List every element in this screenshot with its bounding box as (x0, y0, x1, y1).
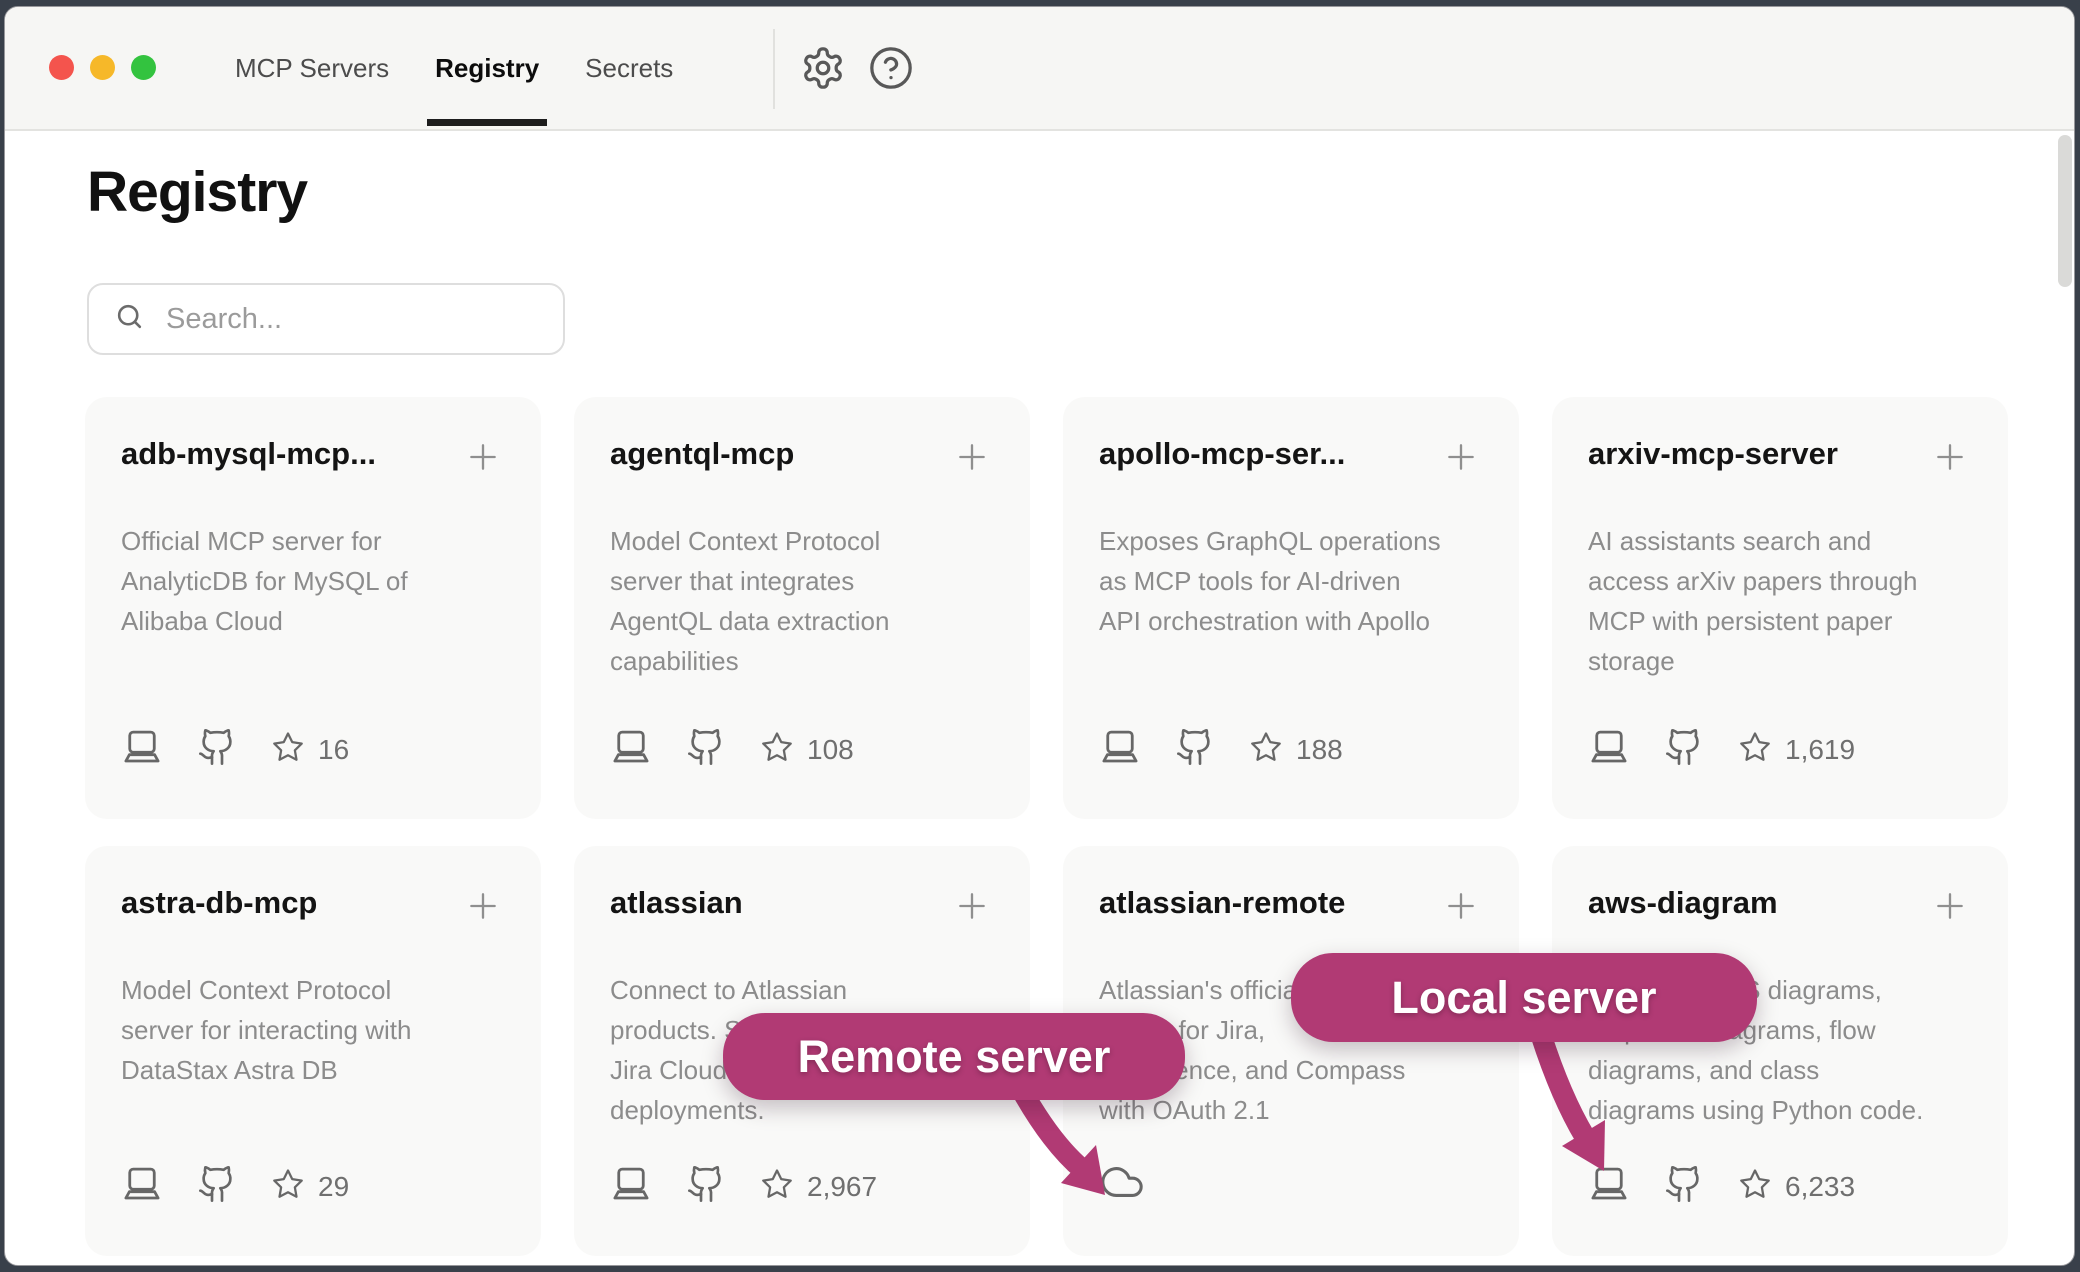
server-grid: adb-mysql-mcp... Official MCP server for… (85, 397, 2008, 1256)
star-count: 6,233 (1785, 1171, 1855, 1203)
server-card[interactable]: aws-diagram Generate AWS diagrams, seque… (1552, 846, 2008, 1256)
server-meta: 6,233 (1588, 1163, 1855, 1210)
add-server-button[interactable] (1930, 886, 1970, 926)
add-server-button[interactable] (463, 886, 503, 926)
add-server-button[interactable] (1441, 886, 1481, 926)
server-name: atlassian (610, 884, 946, 922)
settings-button[interactable] (799, 45, 847, 93)
star-icon (271, 1167, 305, 1206)
github-icon[interactable] (1175, 727, 1215, 772)
cloud-icon (1099, 1159, 1145, 1210)
traffic-lights (49, 55, 156, 80)
tab-registry[interactable]: Registry (435, 53, 539, 84)
search-box[interactable] (87, 283, 565, 355)
local-server-callout: Local server (1291, 953, 1757, 1042)
star-icon (271, 730, 305, 769)
close-button[interactable] (49, 55, 74, 80)
github-icon[interactable] (1664, 1164, 1704, 1209)
help-circle-icon (868, 79, 914, 94)
titlebar: MCP Servers Registry Secrets (5, 7, 2074, 131)
remote-server-label: Remote server (798, 1031, 1111, 1083)
star-count: 1,619 (1785, 734, 1855, 766)
server-meta: 2,967 (610, 1163, 877, 1210)
laptop-icon (1588, 726, 1630, 773)
server-description: Model Context Protocol server for intera… (121, 970, 505, 1090)
server-meta: 16 (121, 726, 349, 773)
star-icon (1738, 730, 1772, 769)
search-icon (114, 301, 145, 337)
add-server-button[interactable] (1930, 437, 1970, 477)
star-icon (1249, 730, 1283, 769)
app-window: MCP Servers Registry Secrets Registry ad… (4, 6, 2075, 1266)
add-server-button[interactable] (952, 886, 992, 926)
laptop-icon (1588, 1163, 1630, 1210)
server-name: atlassian-remote (1099, 884, 1435, 922)
server-meta: 188 (1099, 726, 1343, 773)
local-server-label: Local server (1391, 972, 1656, 1024)
server-name: adb-mysql-mcp... (121, 435, 457, 473)
star-count: 188 (1296, 734, 1343, 766)
server-meta: 1,619 (1588, 726, 1855, 773)
server-card[interactable]: agentql-mcp Model Context Protocol serve… (574, 397, 1030, 819)
laptop-icon (121, 726, 163, 773)
server-name: astra-db-mcp (121, 884, 457, 922)
server-meta: 29 (121, 1163, 349, 1210)
server-name: agentql-mcp (610, 435, 946, 473)
github-icon[interactable] (197, 1164, 237, 1209)
github-icon[interactable] (1664, 727, 1704, 772)
tab-mcp-servers[interactable]: MCP Servers (235, 53, 389, 84)
github-icon[interactable] (686, 1164, 726, 1209)
star-count: 108 (807, 734, 854, 766)
star-icon (760, 1167, 794, 1206)
star-count: 29 (318, 1171, 349, 1203)
tab-secrets[interactable]: Secrets (585, 53, 673, 84)
server-description: Model Context Protocol server that integ… (610, 521, 994, 681)
server-card[interactable]: astra-db-mcp Model Context Protocol serv… (85, 846, 541, 1256)
gear-icon (800, 79, 846, 94)
add-server-button[interactable] (463, 437, 503, 477)
star-count: 2,967 (807, 1171, 877, 1203)
scrollbar-thumb[interactable] (2058, 135, 2072, 287)
laptop-icon (610, 1163, 652, 1210)
server-card[interactable]: apollo-mcp-ser... Exposes GraphQL operat… (1063, 397, 1519, 819)
server-meta (1099, 1159, 1145, 1210)
server-meta: 108 (610, 726, 854, 773)
tab-bar: MCP Servers Registry Secrets (235, 7, 673, 129)
toolbar-divider (773, 29, 775, 109)
server-description: AI assistants search and access arXiv pa… (1588, 521, 1972, 681)
help-button[interactable] (867, 45, 915, 93)
server-card[interactable]: adb-mysql-mcp... Official MCP server for… (85, 397, 541, 819)
add-server-button[interactable] (1441, 437, 1481, 477)
server-description: Official MCP server for AnalyticDB for M… (121, 521, 505, 641)
github-icon[interactable] (686, 727, 726, 772)
star-icon (1738, 1167, 1772, 1206)
server-card[interactable]: arxiv-mcp-server AI assistants search an… (1552, 397, 2008, 819)
remote-server-callout: Remote server (723, 1013, 1185, 1100)
server-name: arxiv-mcp-server (1588, 435, 1924, 473)
server-description: Exposes GraphQL operations as MCP tools … (1099, 521, 1483, 641)
server-name: aws-diagram (1588, 884, 1924, 922)
search-input[interactable] (164, 302, 538, 337)
zoom-button[interactable] (131, 55, 156, 80)
page-title: Registry (87, 159, 307, 225)
laptop-icon (1099, 726, 1141, 773)
server-name: apollo-mcp-ser... (1099, 435, 1435, 473)
minimize-button[interactable] (90, 55, 115, 80)
add-server-button[interactable] (952, 437, 992, 477)
laptop-icon (121, 1163, 163, 1210)
star-count: 16 (318, 734, 349, 766)
laptop-icon (610, 726, 652, 773)
star-icon (760, 730, 794, 769)
github-icon[interactable] (197, 727, 237, 772)
